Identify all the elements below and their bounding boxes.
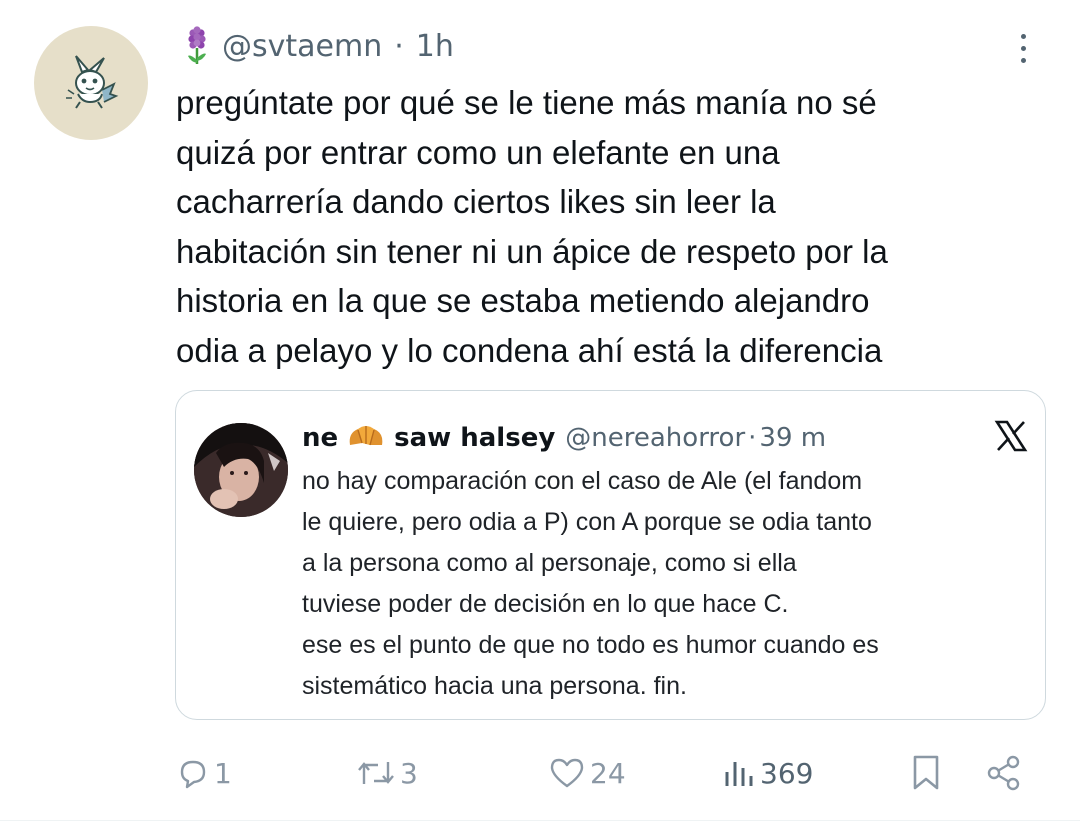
quoted-text-line: no hay comparación con el caso de Ale (e…	[302, 467, 863, 495]
quoted-name-part1[interactable]: ne	[302, 423, 338, 453]
views-button[interactable]: 369	[722, 748, 813, 798]
quoted-avatar-photo-icon	[194, 423, 288, 517]
quoted-text-line: sistemático hacia una persona. fin.	[302, 672, 687, 700]
tweet-text-line: historia en la que se estaba metiendo al…	[176, 282, 870, 319]
quoted-avatar[interactable]	[194, 423, 288, 517]
tweet-text-line: quizá por entrar como un elefante en una	[176, 133, 780, 171]
repost-button[interactable]: 3	[356, 748, 418, 798]
bookmark-button[interactable]	[910, 748, 942, 798]
quoted-tweet-card[interactable]: ne saw halsey @nereahorror · 39 m no hay…	[175, 390, 1046, 720]
like-count: 24	[590, 756, 626, 790]
header-separator: ·	[394, 28, 404, 64]
quoted-text-line: ese es el punto de que no todo es humor …	[302, 631, 879, 659]
quoted-text-line: a la persona como al personaje, como si …	[302, 549, 797, 577]
avatar[interactable]	[34, 26, 148, 140]
quoted-text-line: le quiere, pero odia a P) con A porque s…	[302, 508, 872, 536]
reply-button[interactable]: 1	[176, 748, 232, 798]
reply-count: 1	[214, 756, 232, 790]
tweet-text-line: cacharrería dando ciertos likes sin leer…	[176, 183, 776, 220]
x-logo-icon	[994, 420, 1028, 452]
pikachu-sketch-avatar-icon	[66, 55, 119, 109]
quoted-separator: ·	[748, 423, 757, 453]
more-options-button[interactable]	[1010, 28, 1036, 68]
tweet-header: @svtaemn · 1h	[182, 26, 454, 66]
share-icon	[987, 755, 1020, 791]
quoted-header: ne saw halsey @nereahorror · 39 m	[302, 419, 826, 457]
quoted-name-part2[interactable]: saw halsey	[394, 423, 555, 453]
croissant-icon	[349, 426, 383, 446]
more-dot-icon	[1020, 45, 1026, 51]
bottom-divider	[0, 820, 1080, 821]
views-count: 369	[760, 756, 814, 790]
more-dot-icon	[1020, 57, 1026, 63]
tweet-text-line: pregúntate por qué se le tiene más manía…	[176, 84, 877, 121]
quoted-time[interactable]: 39 m	[759, 423, 826, 453]
repost-icon	[358, 762, 394, 784]
heart-icon	[550, 758, 584, 788]
share-button[interactable]	[985, 748, 1023, 798]
quoted-text-line: tuviese poder de decisión en lo que hace…	[302, 590, 789, 618]
hyacinth-flower-icon	[188, 26, 206, 64]
author-handle[interactable]: @svtaemn	[222, 29, 382, 64]
views-bar-chart-icon	[725, 762, 753, 786]
tweet: @svtaemn · 1h pregúntate por qué se le t…	[0, 0, 1080, 828]
repost-count: 3	[400, 756, 418, 790]
reply-icon	[180, 760, 206, 789]
quoted-handle[interactable]: @nereahorror	[565, 423, 745, 453]
tweet-text-line: habitación sin tener ni un ápice de resp…	[176, 232, 888, 270]
like-button[interactable]: 24	[548, 748, 626, 798]
tweet-text: pregúntate por qué se le tiene más manía…	[176, 78, 1056, 375]
action-bar: 1 3 24 369	[0, 748, 1080, 798]
bookmark-icon	[913, 755, 939, 790]
quoted-text: no hay comparación con el caso de Ale (e…	[302, 461, 1032, 707]
tweet-text-line: odia a pelayo y lo condena ahí está la d…	[176, 331, 883, 369]
more-dot-icon	[1020, 33, 1026, 39]
tweet-time[interactable]: 1h	[416, 29, 454, 64]
